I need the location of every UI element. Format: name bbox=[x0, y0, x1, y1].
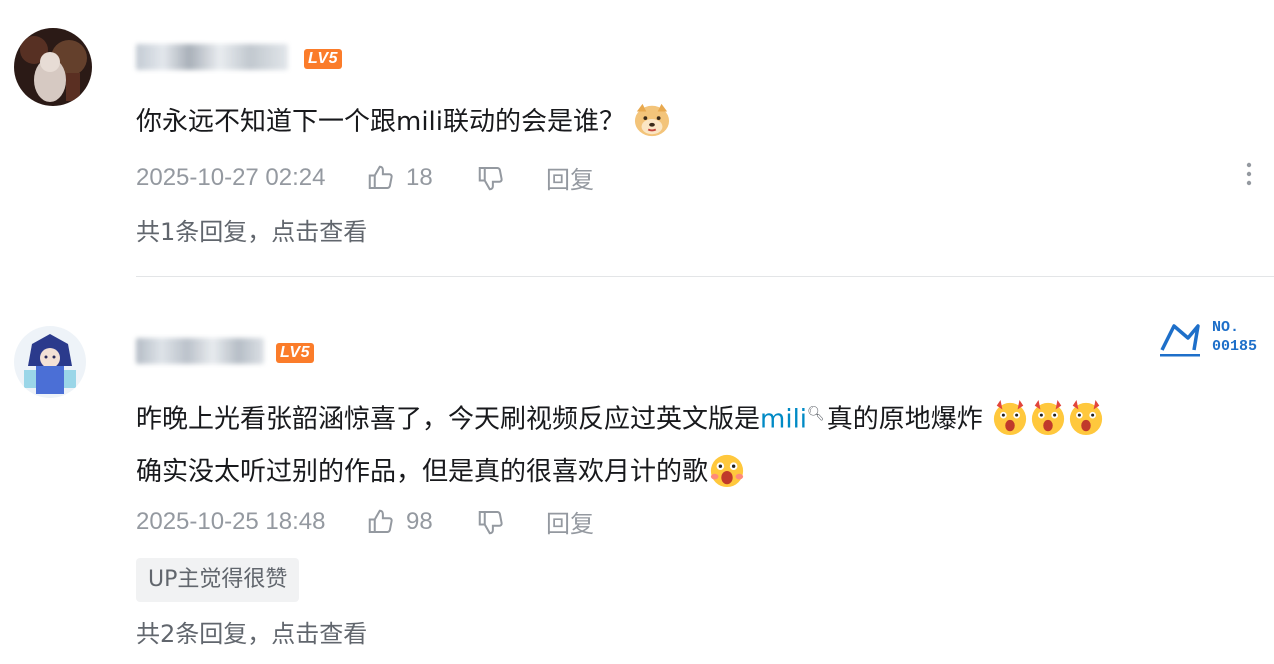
timestamp: 2025-10-27 02:24 bbox=[136, 163, 326, 191]
comment-text-line2: 确实没太听过别的作品，但是真的很喜欢月计的歌 bbox=[136, 456, 709, 487]
thumbs-up-icon bbox=[368, 509, 393, 533]
comment-text-line1-before: 昨晚上光看张韶涵惊喜了，今天刷视频反应过英文版是 bbox=[136, 404, 761, 435]
like-count: 18 bbox=[406, 163, 433, 191]
comment-text-body: 你永远不知道下一个跟mili联动的会是谁？ bbox=[136, 107, 625, 137]
search-keyword-link[interactable]: mili bbox=[760, 405, 807, 435]
fan-badge-number: NO. 00185 bbox=[1212, 318, 1257, 356]
reply-button[interactable]: 回复 bbox=[546, 504, 594, 539]
fan-badge-label: NO. bbox=[1212, 319, 1240, 336]
shocked-emoji bbox=[1031, 399, 1065, 435]
view-replies-link[interactable]: 共1条回复，点击查看 bbox=[136, 212, 367, 247]
level-badge: LV5 bbox=[276, 343, 314, 363]
comment-1: LV5 你永远不知道下一个跟mili联动的会是谁？ 2025-10-27 02:… bbox=[0, 0, 1274, 270]
level-badge: LV5 bbox=[304, 49, 342, 69]
like-button[interactable]: 18 bbox=[366, 163, 476, 193]
comment-text: 昨晚上光看张韶涵惊喜了，今天刷视频反应过英文版是mili🔍︎真的原地爆炸 确实没… bbox=[136, 388, 1105, 498]
thumbs-down-icon bbox=[478, 510, 503, 534]
search-icon[interactable]: 🔍︎ bbox=[807, 406, 825, 422]
avatar[interactable] bbox=[14, 326, 86, 398]
fan-badge-icon bbox=[1160, 324, 1200, 357]
comment-meta: 2025-10-25 18:48 98 回复 bbox=[136, 504, 594, 539]
divider bbox=[136, 276, 1274, 277]
shocked-emoji bbox=[993, 399, 1027, 435]
more-options-icon[interactable] bbox=[1246, 162, 1252, 191]
comment-2: LV5 NO. 00185 昨晚上光看张韶涵惊喜了，今天刷视频反应过英文版是mi… bbox=[0, 290, 1274, 664]
comment-meta: 2025-10-27 02:24 18 回复 bbox=[136, 160, 594, 195]
shocked-emoji bbox=[1069, 399, 1103, 435]
thumbs-down-icon bbox=[478, 166, 503, 190]
thumbs-up-icon bbox=[368, 165, 393, 189]
username-blurred[interactable] bbox=[136, 44, 288, 70]
doge-emoji bbox=[635, 103, 670, 137]
like-button[interactable]: 98 bbox=[366, 507, 476, 537]
username-blurred[interactable] bbox=[136, 338, 264, 364]
like-count: 98 bbox=[406, 507, 433, 535]
fan-badge-value: 00185 bbox=[1212, 338, 1258, 355]
view-replies-link[interactable]: 共2条回复，点击查看 bbox=[136, 614, 367, 649]
comment-text: 你永远不知道下一个跟mili联动的会是谁？ bbox=[136, 96, 671, 148]
dislike-button[interactable] bbox=[476, 507, 546, 537]
comment-text-line1-after: 真的原地爆炸 bbox=[826, 404, 983, 435]
fan-badge: NO. 00185 bbox=[1154, 318, 1274, 362]
timestamp: 2025-10-25 18:48 bbox=[136, 507, 326, 535]
reply-button[interactable]: 回复 bbox=[546, 160, 594, 195]
dislike-button[interactable] bbox=[476, 163, 546, 193]
avatar[interactable] bbox=[14, 28, 92, 106]
scared-emoji bbox=[710, 454, 744, 487]
up-liked-badge: UP主觉得很赞 bbox=[136, 558, 300, 602]
